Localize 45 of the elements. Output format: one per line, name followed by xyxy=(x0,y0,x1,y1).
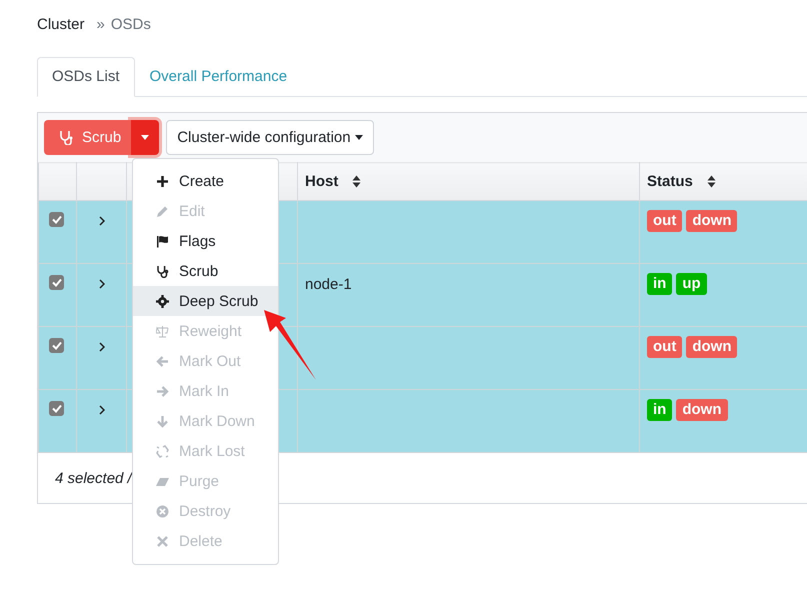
status-badge: down xyxy=(686,210,738,232)
scrub-button[interactable]: Scrub xyxy=(44,120,132,155)
flag-icon xyxy=(156,234,169,248)
row-checkbox[interactable] xyxy=(49,212,64,227)
row-checkbox[interactable] xyxy=(49,401,64,416)
menu-item[interactable]: Deep Scrub xyxy=(133,286,278,316)
arrow-left-icon xyxy=(156,354,169,368)
cross-icon xyxy=(156,534,169,548)
row-checkbox[interactable] xyxy=(49,338,64,353)
stethoscope-icon xyxy=(156,264,169,278)
sort-icon xyxy=(352,175,362,188)
scale-icon xyxy=(156,324,169,338)
row-checkbox[interactable] xyxy=(49,275,64,290)
sort-icon xyxy=(706,175,716,188)
menu-item[interactable]: Flags xyxy=(133,226,278,256)
tab[interactable]: Overall Performance xyxy=(134,57,302,96)
arrow-down-icon xyxy=(156,414,169,428)
breadcrumb-link[interactable]: Cluster xyxy=(37,16,85,32)
dropdown-toggle-button[interactable] xyxy=(131,120,160,155)
tab[interactable]: OSDs List xyxy=(37,57,135,97)
table-cell-text: node-1 xyxy=(305,275,352,293)
stethoscope-icon xyxy=(59,130,73,145)
breadcrumb-separator: » xyxy=(96,16,105,32)
chevron-icon[interactable] xyxy=(98,216,104,226)
configuration-dropdown-button[interactable]: Cluster-wide configuration xyxy=(166,120,374,155)
column-header[interactable]: Status xyxy=(640,162,807,200)
status-badge: down xyxy=(676,399,728,421)
circle-x-icon xyxy=(156,504,169,518)
chevron-icon[interactable] xyxy=(98,279,104,289)
chevron-icon[interactable] xyxy=(98,342,104,352)
breadcrumb-current: OSDs xyxy=(110,16,151,32)
arrow-right-icon xyxy=(156,384,169,398)
pencil-icon xyxy=(156,204,169,218)
status-badge: in xyxy=(647,399,672,421)
gear-icon xyxy=(156,294,169,308)
status-badge: in xyxy=(647,273,672,295)
status-badge: out xyxy=(647,210,682,232)
menu-item[interactable]: Scrub xyxy=(133,256,278,286)
status-badge: out xyxy=(647,336,682,358)
plus-icon xyxy=(156,174,169,188)
status-badge: down xyxy=(686,336,738,358)
broken-link-icon xyxy=(156,444,169,458)
column-header[interactable]: Host xyxy=(298,162,640,200)
status-badge: up xyxy=(676,273,707,295)
chevron-icon[interactable] xyxy=(98,405,104,415)
